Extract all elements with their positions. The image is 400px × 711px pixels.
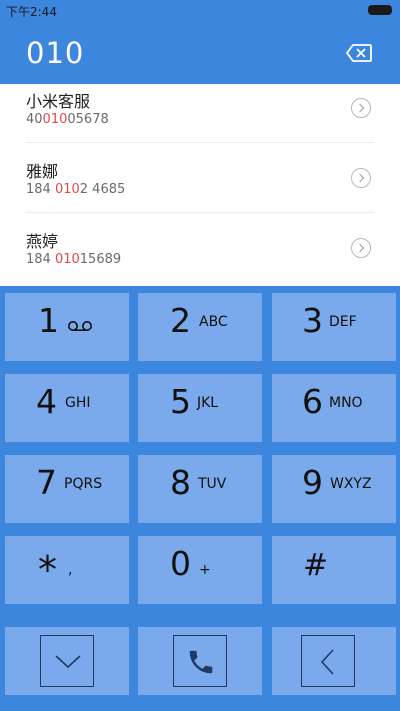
key-6[interactable]: 6 MNO bbox=[272, 374, 396, 442]
key-letters: ABC bbox=[199, 314, 228, 330]
contact-name: 小米客服 bbox=[26, 92, 91, 111]
key-letters: WXYZ bbox=[330, 476, 372, 492]
button-frame bbox=[173, 635, 227, 687]
key-digit: * bbox=[38, 548, 57, 592]
key-3[interactable]: 3 DEF bbox=[272, 293, 396, 361]
contact-detail-icon[interactable] bbox=[351, 98, 371, 118]
contact-number: 184 0102 4685 bbox=[26, 182, 126, 197]
contact-item[interactable]: 燕婷 184 01015689 bbox=[0, 224, 400, 294]
key-hash[interactable]: # bbox=[272, 536, 396, 604]
contact-name: 燕婷 bbox=[26, 232, 59, 251]
key-digit: 2 bbox=[170, 301, 191, 340]
key-digit: 3 bbox=[302, 301, 323, 340]
key-digit: # bbox=[303, 548, 329, 583]
key-digit: 8 bbox=[170, 463, 191, 502]
key-9[interactable]: 9 WXYZ bbox=[272, 455, 396, 523]
key-8[interactable]: 8 TUV bbox=[138, 455, 262, 523]
chevron-left-icon bbox=[320, 649, 334, 675]
key-4[interactable]: 4 GHI bbox=[5, 374, 129, 442]
contact-results-list: 小米客服 4001005678 雅娜 184 0102 4685 燕婷 184 … bbox=[0, 84, 400, 286]
key-7[interactable]: 7 PQRS bbox=[5, 455, 129, 523]
key-digit: 7 bbox=[36, 463, 57, 502]
key-digit: 6 bbox=[302, 382, 323, 421]
key-0[interactable]: 0 + bbox=[138, 536, 262, 604]
battery-icon bbox=[368, 5, 392, 15]
back-button[interactable] bbox=[272, 627, 396, 695]
dialed-number: 010 bbox=[26, 36, 85, 70]
key-letters: , bbox=[68, 562, 73, 578]
contact-detail-icon[interactable] bbox=[351, 238, 371, 258]
key-5[interactable]: 5 JKL bbox=[138, 374, 262, 442]
contact-number: 184 01015689 bbox=[26, 252, 122, 267]
status-time: 下午2:44 bbox=[6, 5, 57, 19]
key-digit: 0 bbox=[170, 544, 191, 583]
contact-name: 雅娜 bbox=[26, 162, 59, 181]
key-digit: 4 bbox=[36, 382, 57, 421]
backspace-icon[interactable] bbox=[345, 42, 373, 64]
chevron-down-icon bbox=[55, 655, 81, 669]
key-2[interactable]: 2 ABC bbox=[138, 293, 262, 361]
key-letters: TUV bbox=[198, 476, 227, 492]
divider bbox=[26, 142, 374, 143]
key-digit: 5 bbox=[170, 382, 191, 421]
voicemail-icon bbox=[68, 321, 92, 331]
contact-number: 4001005678 bbox=[26, 112, 109, 127]
call-button[interactable] bbox=[138, 627, 262, 695]
key-digit: 9 bbox=[302, 463, 323, 502]
contact-item[interactable]: 雅娜 184 0102 4685 bbox=[0, 154, 400, 224]
contact-detail-icon[interactable] bbox=[351, 168, 371, 188]
key-letters: MNO bbox=[329, 395, 363, 411]
collapse-keypad-button[interactable] bbox=[5, 627, 129, 695]
key-letters: GHI bbox=[65, 395, 91, 411]
phone-icon bbox=[189, 650, 213, 674]
key-letters: JKL bbox=[197, 395, 219, 411]
key-letters: + bbox=[199, 562, 211, 578]
key-letters: PQRS bbox=[64, 476, 103, 492]
key-digit: 1 bbox=[38, 301, 59, 340]
contact-item[interactable]: 小米客服 4001005678 bbox=[0, 84, 400, 154]
dialer-header: 下午2:44 010 bbox=[0, 0, 400, 84]
button-frame bbox=[301, 635, 355, 687]
divider bbox=[26, 212, 374, 213]
key-letters: DEF bbox=[329, 314, 357, 330]
key-star[interactable]: * , bbox=[5, 536, 129, 604]
key-1[interactable]: 1 bbox=[5, 293, 129, 361]
button-frame bbox=[40, 635, 94, 687]
